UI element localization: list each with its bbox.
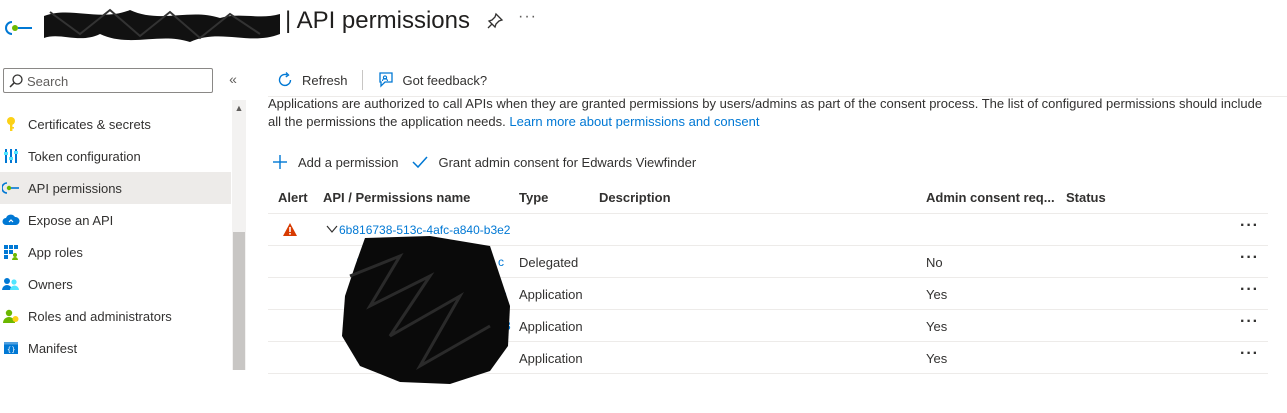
sidebar-item-label: Manifest bbox=[28, 340, 78, 356]
search-box[interactable] bbox=[3, 68, 213, 93]
sidebar-item-api-permissions[interactable]: API permissions bbox=[0, 172, 231, 204]
api-permissions-icon bbox=[2, 179, 20, 197]
admin-consent-value: No bbox=[926, 255, 943, 270]
admin-consent-value: Yes bbox=[926, 319, 948, 334]
app-registration-icon bbox=[5, 21, 32, 35]
admin-consent-value: Yes bbox=[926, 351, 948, 366]
sidebar-item-expose-api[interactable]: Expose an API bbox=[0, 204, 231, 236]
search-input[interactable] bbox=[27, 72, 207, 90]
sidebar-item-roles-administrators[interactable]: Roles and administrators bbox=[0, 300, 231, 332]
permission-type: Delegated bbox=[519, 255, 579, 270]
grant-admin-consent-label: Grant admin consent for Edwards Viewfind… bbox=[438, 154, 697, 170]
description-text: Applications are authorized to call APIs… bbox=[268, 96, 1263, 129]
sidebar-item-label: API permissions bbox=[28, 180, 122, 196]
redacted-permission-names bbox=[342, 236, 510, 384]
add-permission-button[interactable]: Add a permission bbox=[272, 154, 398, 170]
column-header-api[interactable]: API / Permissions name bbox=[323, 190, 470, 205]
page-title: | API permissions bbox=[285, 7, 470, 34]
svg-text:{}: {} bbox=[7, 346, 15, 354]
grant-admin-consent-button[interactable]: Grant admin consent for Edwards Viewfind… bbox=[412, 154, 696, 170]
warning-icon bbox=[283, 223, 297, 236]
app-roles-icon bbox=[2, 243, 20, 261]
column-header-status[interactable]: Status bbox=[1066, 190, 1106, 205]
sidebar-item-label: Expose an API bbox=[28, 212, 114, 228]
table-header: Alert API / Permissions name Type Descri… bbox=[268, 182, 1268, 214]
learn-more-link[interactable]: Learn more about permissions and consent bbox=[509, 114, 759, 129]
api-name-link[interactable]: 6b816738-513c-4afc-a840-b3e2 bbox=[339, 223, 510, 237]
feedback-button[interactable]: Got feedback? bbox=[369, 66, 496, 94]
refresh-button[interactable]: Refresh bbox=[268, 66, 356, 94]
permission-type: Application bbox=[519, 351, 583, 366]
admin-consent-value: Yes bbox=[926, 287, 948, 302]
sidebar-item-label: Owners bbox=[28, 276, 73, 292]
sidebar-item-label: Certificates & secrets bbox=[28, 116, 151, 132]
key-icon bbox=[2, 115, 20, 133]
row-more-button[interactable]: ··· bbox=[1240, 314, 1259, 330]
roles-admin-icon bbox=[2, 307, 20, 325]
column-header-description[interactable]: Description bbox=[599, 190, 671, 205]
chevron-down-icon[interactable] bbox=[326, 224, 338, 234]
search-icon bbox=[9, 74, 23, 88]
title-bar: | API permissions ··· bbox=[0, 0, 1287, 48]
sidebar-item-app-roles[interactable]: App roles bbox=[0, 236, 231, 268]
sidebar-item-owners[interactable]: Owners bbox=[0, 268, 231, 300]
redacted-app-name bbox=[44, 8, 280, 42]
more-options-button[interactable]: ··· bbox=[518, 8, 537, 26]
sidebar-item-manifest[interactable]: {} Manifest bbox=[0, 332, 231, 364]
plus-icon bbox=[273, 155, 287, 169]
scrollbar-thumb[interactable] bbox=[233, 232, 245, 370]
nav-list: Certificates & secrets Token configurati… bbox=[0, 108, 231, 364]
sidebar: « Certificates & secrets Token configura… bbox=[0, 62, 248, 382]
sidebar-item-token-configuration[interactable]: Token configuration bbox=[0, 140, 231, 172]
pin-icon[interactable] bbox=[486, 12, 504, 30]
column-header-admin-consent[interactable]: Admin consent req... bbox=[926, 190, 1055, 205]
permissions-description: Applications are authorized to call APIs… bbox=[268, 95, 1268, 131]
toolbar-divider bbox=[361, 70, 363, 90]
column-header-alert[interactable]: Alert bbox=[278, 190, 308, 205]
sidebar-item-label: Token configuration bbox=[28, 148, 141, 164]
column-header-type[interactable]: Type bbox=[519, 190, 548, 205]
permission-actions: Add a permission Grant admin consent for… bbox=[272, 150, 710, 174]
refresh-label: Refresh bbox=[302, 72, 348, 88]
command-bar: Refresh Got feedback? bbox=[268, 66, 495, 94]
permission-type: Application bbox=[519, 319, 583, 334]
row-more-button[interactable]: ··· bbox=[1240, 250, 1259, 266]
feedback-label: Got feedback? bbox=[402, 72, 488, 88]
row-more-button[interactable]: ··· bbox=[1240, 218, 1259, 234]
manifest-icon: {} bbox=[2, 339, 20, 357]
permission-type: Application bbox=[519, 287, 583, 302]
collapse-sidebar-button[interactable]: « bbox=[224, 70, 242, 88]
refresh-icon bbox=[278, 72, 292, 87]
sidebar-item-label: Roles and administrators bbox=[28, 308, 172, 324]
feedback-icon bbox=[378, 72, 393, 88]
checkmark-icon bbox=[412, 156, 429, 169]
sidebar-item-label: App roles bbox=[28, 244, 83, 260]
owners-icon bbox=[2, 275, 20, 293]
sidebar-item-certificates-secrets[interactable]: Certificates & secrets bbox=[0, 108, 231, 140]
cloud-icon bbox=[2, 211, 20, 229]
row-more-button[interactable]: ··· bbox=[1240, 346, 1259, 362]
row-more-button[interactable]: ··· bbox=[1240, 282, 1259, 298]
scroll-up-arrow[interactable]: ▲ bbox=[232, 101, 246, 115]
token-config-icon bbox=[2, 147, 20, 165]
add-permission-label: Add a permission bbox=[298, 154, 399, 170]
